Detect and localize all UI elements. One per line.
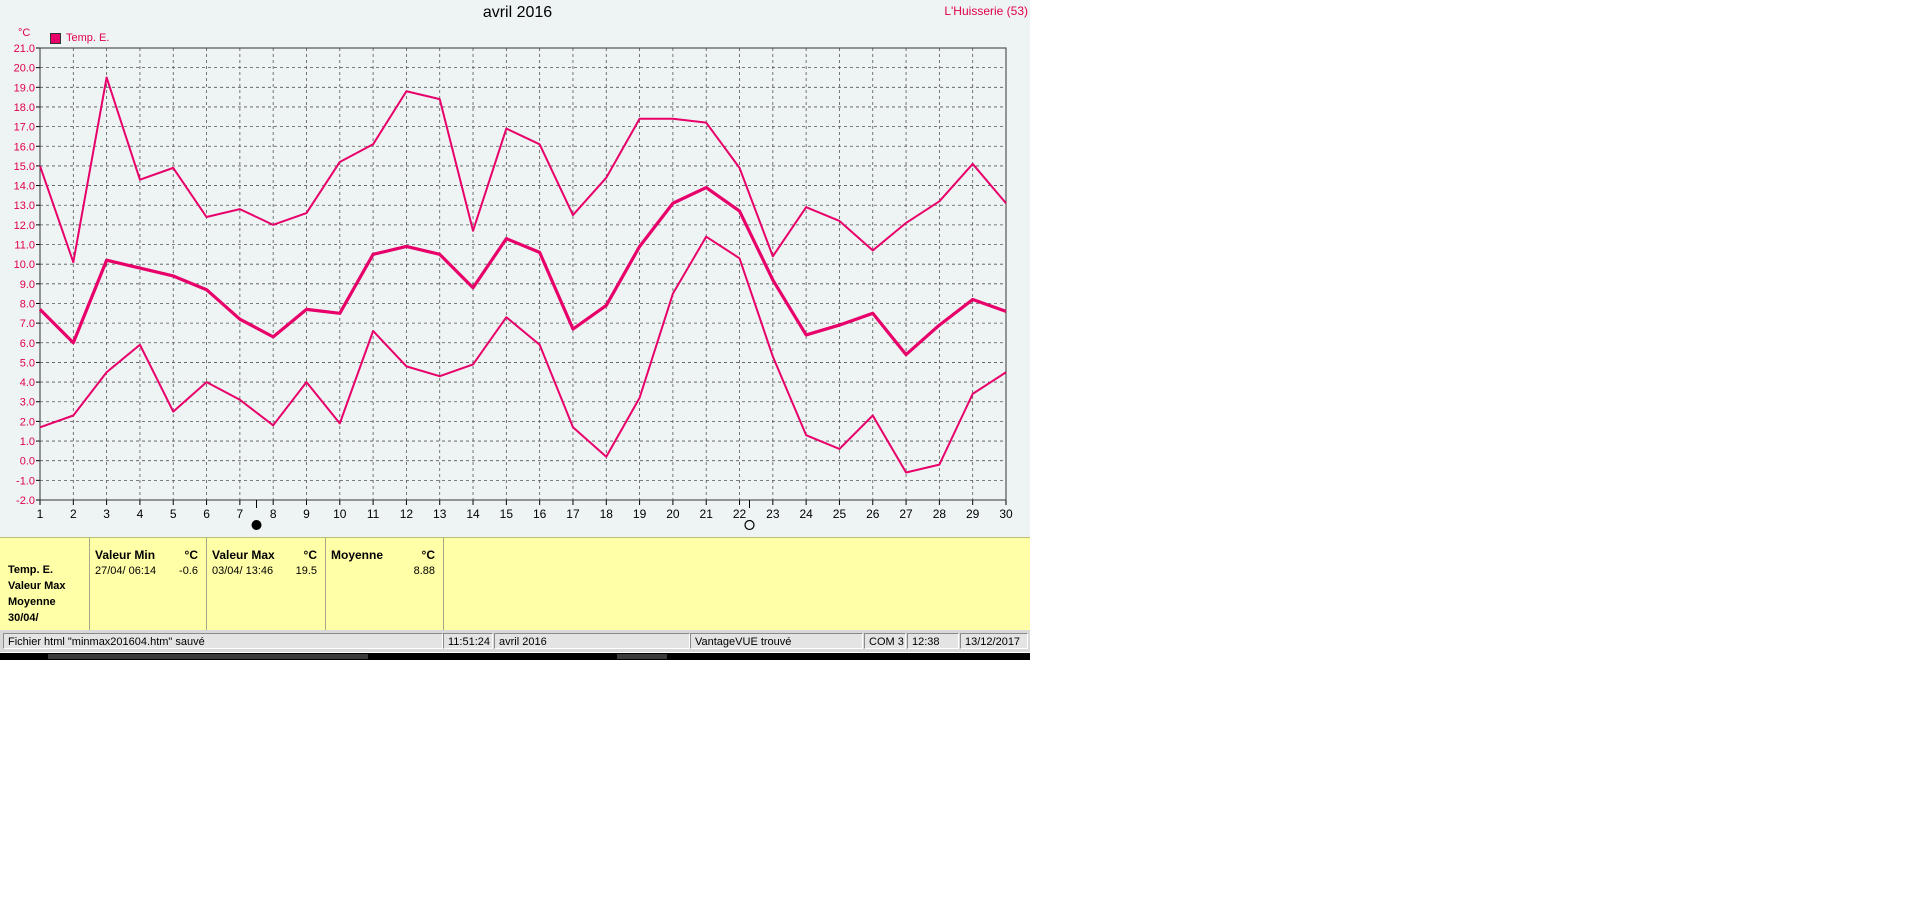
status-bar: Fichier html "minmax201604.htm" sauvé 11… <box>0 630 1030 652</box>
max-unit: °C <box>303 548 317 562</box>
y-tick-label: 17.0 <box>14 122 35 134</box>
x-tick-label: 27 <box>899 507 913 521</box>
stats-label: Moyenne <box>8 596 56 608</box>
y-tick-label: 21.0 <box>14 43 35 55</box>
x-tick-label: 25 <box>833 507 847 521</box>
y-tick-label: 8.0 <box>20 298 35 310</box>
x-tick-label: 26 <box>866 507 880 521</box>
y-tick-label: 7.0 <box>20 318 35 330</box>
chart-area: 21.0 20.0 19.0 18.0 17.0 16.0 15.0 14.0 13.0 12.0… <box>0 0 1030 537</box>
y-tick-label: 15.0 <box>14 161 35 173</box>
x-tick-label: 6 <box>203 507 210 521</box>
weather-app-window: 21.0 20.0 19.0 18.0 17.0 16.0 15.0 14.0 13.0 12.0… <box>0 0 1030 662</box>
y-tick-label: 0.0 <box>20 456 35 468</box>
y-tick-label: 5.0 <box>20 357 35 369</box>
stats-label: 30/04/ <box>8 612 39 624</box>
y-tick-label: 14.0 <box>14 181 35 193</box>
x-tick-label: 5 <box>170 507 177 521</box>
max-value: 19.5 <box>295 565 317 577</box>
legend: Temp. E. <box>50 32 109 44</box>
x-tick-label: 15 <box>500 507 514 521</box>
series-line-mean <box>38 185 1007 357</box>
avg-header: Moyenne <box>331 548 384 562</box>
x-tick-label: 13 <box>433 507 447 521</box>
x-tick-label: 9 <box>303 507 310 521</box>
station-name: L'Huisserie (53) <box>944 4 1028 18</box>
stats-min-column: Valeur Min °C 27/04/ 06:14 -0.6 <box>90 538 207 630</box>
status-period: avril 2016 <box>494 633 690 649</box>
stats-label: Temp. E. <box>8 564 54 576</box>
stats-panel: Temp. E. Valeur Max Moyenne 30/04/ Valeu… <box>0 537 1030 630</box>
x-tick-label: 29 <box>966 507 980 521</box>
y-tick-label: 10.0 <box>14 259 35 271</box>
scrollbar-thumb-secondary[interactable] <box>617 654 667 659</box>
series-line-min <box>39 235 1007 474</box>
temperature-chart: 21.020.019.018.017.016.015.014.013.012.0… <box>14 43 1013 531</box>
status-console: VantageVUE trouvé <box>690 633 863 649</box>
x-tick-label: 20 <box>666 507 680 521</box>
x-tick-label: 22 <box>733 507 747 521</box>
y-tick-label: 2.0 <box>20 416 35 428</box>
y-tick-label: -1.0 <box>16 475 35 487</box>
x-tick-label: 12 <box>400 507 414 521</box>
status-date: 13/12/2017 <box>960 633 1028 649</box>
full-moon-icon <box>744 519 755 531</box>
chart-title: avril 2016 <box>482 4 553 21</box>
stats-max-column: Valeur Max °C 03/04/ 13:46 19.5 <box>207 538 326 630</box>
max-header: Valeur Max <box>212 548 275 562</box>
new-moon-icon <box>251 520 262 530</box>
max-date: 03/04/ 13:46 <box>212 565 274 577</box>
legend-swatch <box>50 32 61 44</box>
y-tick-label: -2.0 <box>16 495 35 507</box>
x-tick-label: 3 <box>103 507 110 521</box>
x-tick-label: 19 <box>633 507 647 521</box>
x-tick-label: 28 <box>933 507 947 521</box>
x-tick-label: 30 <box>999 507 1013 521</box>
y-axis-unit: °C <box>18 27 31 39</box>
status-clock: 12:38 <box>907 633 959 649</box>
y-tick-label: 3.0 <box>20 397 35 409</box>
legend-label: Temp. E. <box>66 32 110 44</box>
series-line-max <box>39 76 1007 264</box>
y-tick-label: 19.0 <box>14 82 35 94</box>
y-tick-label: 6.0 <box>20 338 35 350</box>
stats-row-labels: Temp. E. Valeur Max Moyenne 30/04/ <box>0 538 90 630</box>
min-unit: °C <box>184 548 198 562</box>
x-tick-label: 24 <box>799 507 813 521</box>
avg-value: 8.88 <box>413 565 435 577</box>
x-tick-label: 14 <box>466 507 480 521</box>
y-tick-label: 11.0 <box>14 240 35 252</box>
min-value: -0.6 <box>179 565 198 577</box>
y-tick-label: 16.0 <box>14 141 35 153</box>
y-tick-label: 1.0 <box>20 436 35 448</box>
x-tick-label: 11 <box>367 507 380 521</box>
y-tick-label: 9.0 <box>20 279 35 291</box>
min-date: 27/04/ 06:14 <box>95 565 157 577</box>
x-tick-label: 16 <box>533 507 547 521</box>
x-tick-label: 17 <box>566 507 580 521</box>
x-tick-label: 1 <box>37 507 44 521</box>
y-tick-label: 13.0 <box>14 200 35 212</box>
status-time: 11:51:24 <box>443 633 493 649</box>
status-port: COM 3 <box>864 633 906 649</box>
y-tick-label: 12.0 <box>14 220 35 232</box>
plot-frame <box>39 47 1007 501</box>
avg-unit: °C <box>421 548 435 562</box>
min-header: Valeur Min <box>95 548 156 562</box>
x-tick-label: 18 <box>600 507 614 521</box>
y-tick-label: 20.0 <box>14 63 35 75</box>
x-tick-label: 4 <box>137 507 144 521</box>
y-tick-label: 4.0 <box>20 377 35 389</box>
stats-label: Valeur Max <box>8 580 66 592</box>
scrollbar-thumb[interactable] <box>48 654 368 659</box>
x-tick-label: 2 <box>70 507 77 521</box>
x-tick-label: 8 <box>270 507 277 521</box>
status-message: Fichier html "minmax201604.htm" sauvé <box>3 633 443 649</box>
x-tick-label: 21 <box>700 507 714 521</box>
x-tick-label: 7 <box>237 507 244 521</box>
x-tick-label: 23 <box>766 507 780 521</box>
y-tick-label: 18.0 <box>14 102 35 114</box>
stats-avg-column: Moyenne °C 8.88 <box>326 538 444 630</box>
x-tick-label: 10 <box>333 507 347 521</box>
